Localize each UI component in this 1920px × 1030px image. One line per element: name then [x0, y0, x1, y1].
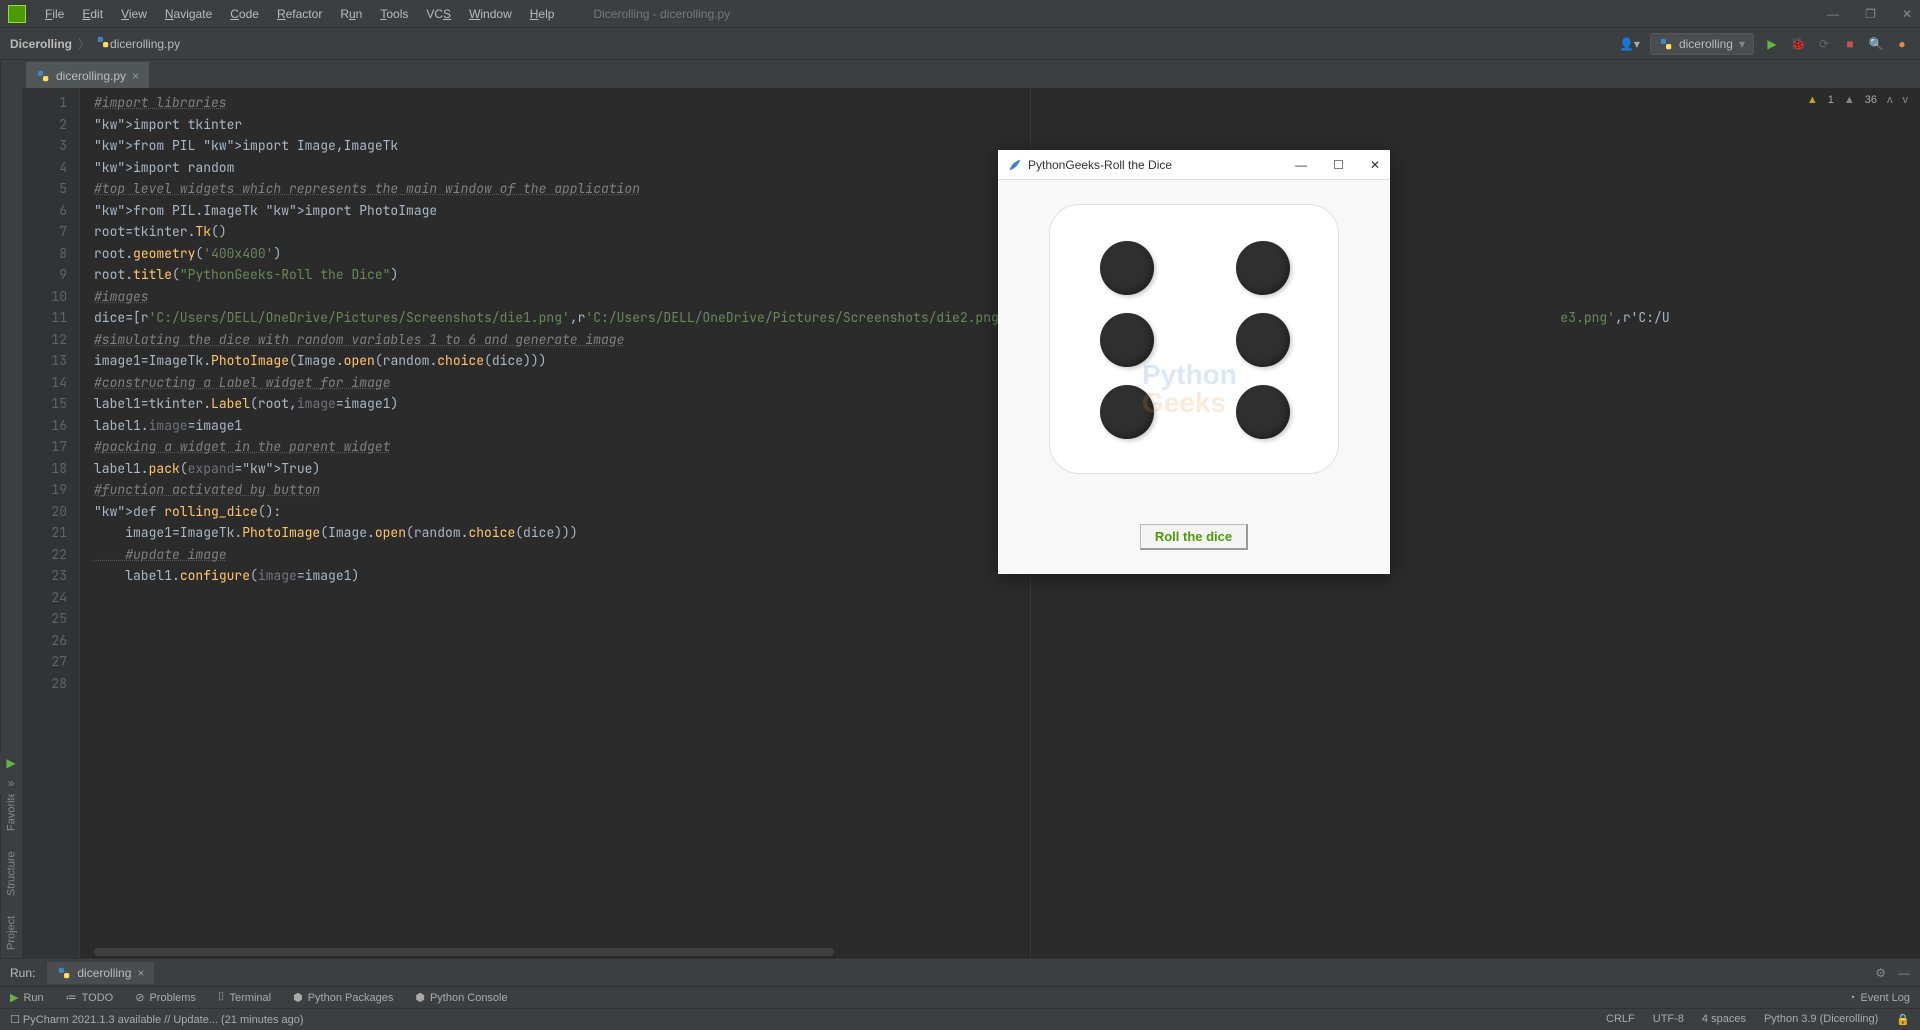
dice-dot: [1100, 241, 1154, 295]
run-tab-close-icon[interactable]: ×: [137, 966, 144, 980]
tab-close-icon[interactable]: ×: [132, 69, 139, 83]
dice-face: PythonGeeks: [1049, 204, 1339, 474]
editor-tabs: dicerolling.py ×: [22, 60, 1920, 88]
minimize-icon[interactable]: —: [1827, 7, 1839, 21]
rerun-icon[interactable]: ▶: [6, 756, 15, 770]
python-icon: [1659, 37, 1673, 51]
more-icon[interactable]: »: [8, 776, 15, 790]
tool-python-packages[interactable]: ⬢Python Packages: [293, 991, 393, 1004]
bottom-toolbar: ▶Run ≔TODO ⊘Problems ⌷Terminal ⬢Python P…: [0, 986, 1920, 1008]
tk-title: PythonGeeks-Roll the Dice: [1028, 158, 1172, 172]
status-notification[interactable]: ☐ PyCharm 2021.1.3 available // Update..…: [10, 1013, 304, 1026]
search-icon[interactable]: 🔍: [1868, 36, 1884, 52]
menu-edit[interactable]: Edit: [73, 7, 112, 21]
tool-terminal[interactable]: ⌷Terminal: [218, 991, 271, 1004]
status-line-sep[interactable]: CRLF: [1606, 1013, 1635, 1026]
chevron-down-icon: ▾: [1739, 37, 1745, 51]
tool-structure[interactable]: Structure: [6, 851, 18, 896]
code-editor[interactable]: 1234567891011121314151617181920212223242…: [22, 88, 1920, 958]
status-encoding[interactable]: UTF-8: [1653, 1013, 1684, 1026]
status-indent[interactable]: 4 spaces: [1702, 1013, 1746, 1026]
editor-tab[interactable]: dicerolling.py ×: [26, 62, 149, 88]
python-icon: [57, 966, 71, 980]
lock-icon[interactable]: 🔒: [1896, 1013, 1910, 1026]
tool-python-console[interactable]: ⬢Python Console: [415, 991, 507, 1004]
left-tool-strip: Project Structure Favorites: [0, 60, 22, 958]
tool-todo[interactable]: ≔TODO: [66, 991, 114, 1004]
tk-minimize-icon[interactable]: —: [1295, 158, 1307, 172]
run-tab[interactable]: dicerolling ×: [47, 962, 154, 984]
menubar: File Edit View Navigate Code Refactor Ru…: [0, 0, 1920, 28]
tk-titlebar[interactable]: PythonGeeks-Roll the Dice — ☐ ✕: [998, 150, 1390, 180]
hide-icon[interactable]: —: [1898, 966, 1910, 980]
tab-filename: dicerolling.py: [56, 69, 126, 83]
run-play-icon[interactable]: ▶: [1764, 36, 1780, 52]
menu-code[interactable]: Code: [221, 7, 268, 21]
stop-icon[interactable]: ■: [1842, 36, 1858, 52]
tool-problems[interactable]: ⊘Problems: [135, 991, 196, 1004]
gear-icon[interactable]: ⚙: [1875, 966, 1886, 980]
menu-file[interactable]: File: [36, 7, 73, 21]
pycharm-logo-icon: [8, 5, 26, 23]
tk-feather-icon: [1008, 158, 1022, 172]
run-toolwindow-sidebar: ▶ »: [0, 752, 22, 794]
close-icon[interactable]: ✕: [1902, 7, 1912, 21]
menu-help[interactable]: Help: [521, 7, 564, 21]
dice-dot: [1236, 313, 1290, 367]
dice-dot: [1236, 385, 1290, 439]
tk-close-icon[interactable]: ✕: [1370, 158, 1380, 172]
run-config-name: dicerolling: [1679, 37, 1733, 51]
roll-dice-button[interactable]: Roll the dice: [1140, 524, 1248, 550]
run-panel-label: Run:: [10, 966, 35, 980]
python-icon: [36, 69, 50, 83]
tool-run[interactable]: ▶Run: [10, 991, 44, 1004]
python-file-icon: [96, 35, 110, 52]
menu-view[interactable]: View: [112, 7, 156, 21]
navigation-bar: Dicerolling 〉 dicerolling.py 👤▾ diceroll…: [0, 28, 1920, 60]
tk-maximize-icon[interactable]: ☐: [1333, 158, 1344, 172]
dice-dot: [1236, 241, 1290, 295]
menu-window[interactable]: Window: [460, 7, 521, 21]
menu-refactor[interactable]: Refactor: [268, 7, 331, 21]
editor-area: dicerolling.py × ▲ 1 ▲ 36 ʌ v 1234567891…: [22, 60, 1920, 958]
statusbar: ☐ PyCharm 2021.1.3 available // Update..…: [0, 1008, 1920, 1030]
run-tab-name: dicerolling: [77, 966, 131, 980]
tkinter-app-window[interactable]: PythonGeeks-Roll the Dice — ☐ ✕ PythonGe…: [998, 150, 1390, 574]
run-config-selector[interactable]: dicerolling ▾: [1650, 33, 1754, 55]
main-area: Project Structure Favorites dicerolling.…: [0, 60, 1920, 958]
breadcrumb-project[interactable]: Dicerolling: [10, 37, 72, 51]
ide-errors-icon[interactable]: ●: [1894, 36, 1910, 52]
menu-run[interactable]: Run: [331, 7, 371, 21]
maximize-icon[interactable]: ❐: [1865, 7, 1876, 21]
tool-project[interactable]: Project: [6, 916, 18, 950]
breadcrumb-sep: 〉: [78, 35, 90, 52]
window-title: Dicerolling - dicerolling.py: [593, 7, 730, 21]
status-interpreter[interactable]: Python 3.9 (Dicerolling): [1764, 1013, 1878, 1026]
line-gutter: 1234567891011121314151617181920212223242…: [22, 88, 80, 958]
run-panel: Run: dicerolling × ⚙ —: [0, 958, 1920, 986]
debug-bug-icon[interactable]: 🐞: [1790, 36, 1806, 52]
menu-navigate[interactable]: Navigate: [156, 7, 221, 21]
tool-event-log[interactable]: ◔Event Log: [1849, 992, 1910, 1004]
tk-body: PythonGeeks Roll the dice: [998, 180, 1390, 574]
add-user-icon[interactable]: 👤▾: [1619, 37, 1640, 51]
breadcrumb-file[interactable]: dicerolling.py: [110, 37, 180, 51]
watermark: PythonGeeks: [1142, 361, 1237, 417]
menu-vcs[interactable]: VCS: [417, 7, 460, 21]
run-coverage-icon[interactable]: ⟳: [1816, 36, 1832, 52]
horizontal-scrollbar[interactable]: [94, 948, 834, 956]
menu-tools[interactable]: Tools: [371, 7, 417, 21]
